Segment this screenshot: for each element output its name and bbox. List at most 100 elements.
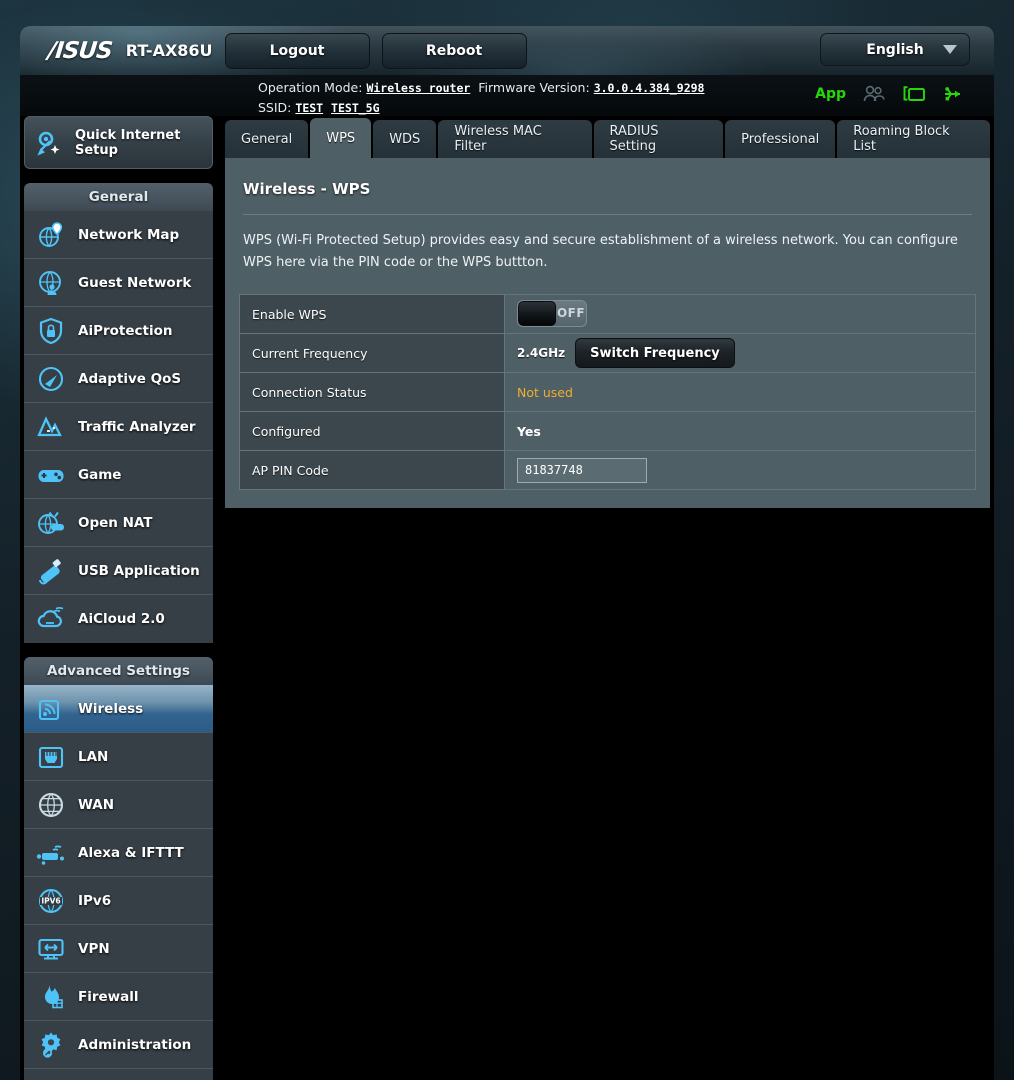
ap-pin-code-value-cell [504,450,976,490]
status-info-text: Operation Mode: Wireless router Firmware… [258,79,704,117]
sidebar-item-vpn[interactable]: VPN [24,925,213,973]
enable-wps-value-cell: OFF [504,294,976,334]
flame-icon [36,982,66,1012]
sidebar-item-network-map[interactable]: Network Map [24,211,213,259]
app-link[interactable]: App [815,86,846,102]
screen-share-icon[interactable] [902,84,926,104]
sidebar-item-label: Network Map [78,226,180,243]
sidebar-item-wan[interactable]: WAN [24,781,213,829]
ssid-label: SSID: [258,100,292,115]
waveform-icon [36,412,66,442]
ethernet-port-icon [36,742,66,772]
cloud-icon [36,604,66,634]
sidebar-item-label: Wireless [78,700,144,717]
status-badge: Not used [517,384,573,400]
toggle-state-label: OFF [556,306,586,320]
globe-icon [36,790,66,820]
sidebar-item-label: VPN [78,940,110,957]
gamepad-icon [36,460,66,490]
firmware-version-value[interactable]: 3.0.0.4.384_9298 [594,81,705,95]
wps-settings-table: Enable WPS OFF Current Frequency 2.4GHz … [239,294,976,490]
language-selector[interactable]: English [820,33,970,66]
ssid-24g-value[interactable]: TEST [295,101,323,115]
sidebar-item-label: AiProtection [78,322,173,339]
sidebar-group-general-header: General [24,183,213,211]
enable-wps-toggle[interactable]: OFF [517,299,587,327]
quick-setup-icon [35,128,65,158]
usb-icon[interactable] [942,84,966,104]
sidebar-item-lan[interactable]: LAN [24,733,213,781]
wps-panel: Wireless - WPS WPS (Wi-Fi Protected Setu… [225,158,990,508]
tab-bar: General WPS WDS Wireless MAC Filter RADI… [225,116,990,158]
sidebar-item-label: IPv6 [78,892,112,909]
tab-roaming-block-list[interactable]: Roaming Block List [837,120,990,158]
sidebar-item-label: Firewall [78,988,139,1005]
usb-drive-icon [36,556,66,586]
enable-wps-label: Enable WPS [239,294,505,334]
configured-value-cell: Yes [504,411,976,451]
tab-general[interactable]: General [225,120,309,158]
gear-icon [36,1030,66,1060]
sidebar-item-usb-application[interactable]: USB Application [24,547,213,595]
operation-mode-value[interactable]: Wireless router [366,81,470,95]
sidebar-item-label: Open NAT [78,514,153,531]
sidebar-item-wireless[interactable]: Wireless [24,685,213,733]
sidebar-item-administration[interactable]: Administration [24,1021,213,1069]
tab-wireless-mac-filter[interactable]: Wireless MAC Filter [438,120,592,158]
sidebar-item-aicloud[interactable]: AiCloud 2.0 [24,595,213,643]
globe-users-icon [36,268,66,298]
sidebar-item-quick-internet-setup[interactable]: Quick Internet Setup [24,116,213,169]
panel-description: WPS (Wi-Fi Protected Setup) provides eas… [243,233,958,270]
sidebar-group-general: General Network Map Guest Network AiProt… [24,183,213,643]
sidebar: Quick Internet Setup General Network Map [24,116,213,1080]
tab-wps[interactable]: WPS [310,118,372,158]
sidebar-group-advanced-header: Advanced Settings [24,657,213,685]
frequency-row: 2.4GHz Switch Frequency [517,338,975,368]
sidebar-item-aiprotection[interactable]: AiProtection [24,307,213,355]
wifi-signal-icon [36,694,66,724]
switch-frequency-button[interactable]: Switch Frequency [575,338,735,368]
sidebar-item-label: Alexa & IFTTT [78,844,184,861]
header-icon-group: App [815,84,966,104]
body-area: Quick Internet Setup General Network Map [20,116,994,1080]
sidebar-item-label: LAN [78,748,109,765]
tab-wds[interactable]: WDS [373,120,437,158]
tab-radius-setting[interactable]: RADIUS Setting [593,120,724,158]
sidebar-item-firewall[interactable]: Firewall [24,973,213,1021]
table-row: Enable WPS OFF [239,294,976,334]
shield-lock-icon [36,316,66,346]
sidebar-item-system-log[interactable]: System Log [24,1069,213,1080]
ssid-5g-value[interactable]: TEST_5G [331,101,379,115]
language-selector-label: English [866,41,924,58]
sidebar-item-alexa-ifttt[interactable]: Alexa & IFTTT [24,829,213,877]
sidebar-item-label: Administration [78,1036,192,1053]
top-bar: /ISUS RT-AX86U Logout Reboot English [20,26,994,75]
svg-text:IPV6: IPV6 [41,896,60,905]
configured-label: Configured [239,411,505,451]
globe-gamepad-icon [36,508,66,538]
globe-pin-icon [36,220,66,250]
current-frequency-label: Current Frequency [239,333,505,373]
operation-mode-label: Operation Mode: [258,80,363,95]
sidebar-item-adaptive-qos[interactable]: Adaptive QoS [24,355,213,403]
sidebar-item-ipv6[interactable]: IPV6 IPv6 [24,877,213,925]
content-area: General WPS WDS Wireless MAC Filter RADI… [225,116,990,1080]
connection-status-value-cell: Not used [504,372,976,412]
table-row: Connection Status Not used [239,372,976,412]
sidebar-item-open-nat[interactable]: Open NAT [24,499,213,547]
router-model-label: RT-AX86U [125,41,213,60]
users-icon[interactable] [862,84,886,104]
ap-pin-code-input[interactable] [517,457,647,483]
sidebar-item-traffic-analyzer[interactable]: Traffic Analyzer [24,403,213,451]
sidebar-item-label: Guest Network [78,274,192,291]
table-row: AP PIN Code [239,450,976,490]
sidebar-item-label: Game [78,466,122,483]
sidebar-item-label: Quick Internet Setup [75,127,181,158]
sidebar-item-guest-network[interactable]: Guest Network [24,259,213,307]
sidebar-item-game[interactable]: Game [24,451,213,499]
ipv6-globe-icon: IPV6 [36,886,66,916]
tab-professional[interactable]: Professional [725,120,836,158]
reboot-button[interactable]: Reboot [381,32,527,69]
page-title: Wireless - WPS [243,180,371,198]
logout-button[interactable]: Logout [224,32,370,69]
